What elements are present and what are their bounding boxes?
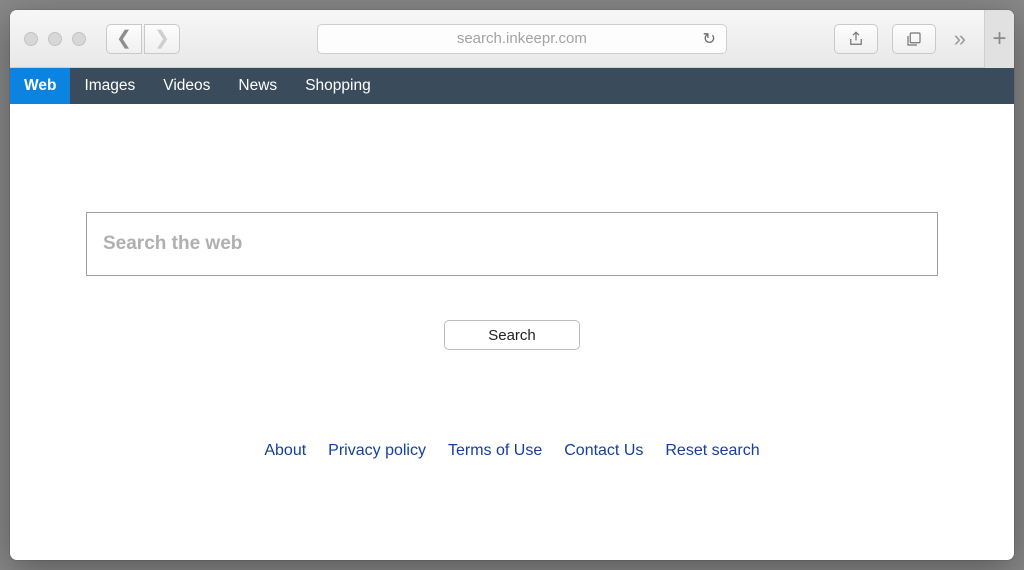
nav-tab-images[interactable]: Images — [70, 68, 149, 104]
footer-link-contact[interactable]: Contact Us — [564, 442, 643, 460]
share-icon — [847, 30, 865, 48]
back-button[interactable]: ❮ — [106, 24, 142, 54]
footer-link-privacy[interactable]: Privacy policy — [328, 442, 426, 460]
url-text: search.inkeepr.com — [457, 30, 587, 47]
browser-window: ❮ ❯ search.inkeepr.com ↻ » + — [10, 10, 1014, 560]
nav-tab-news[interactable]: News — [224, 68, 291, 104]
footer-link-reset[interactable]: Reset search — [665, 442, 759, 460]
reload-icon[interactable]: ↻ — [702, 29, 715, 49]
browser-toolbar: ❮ ❯ search.inkeepr.com ↻ » + — [10, 10, 1014, 68]
close-window-icon[interactable] — [24, 32, 38, 46]
share-button[interactable] — [834, 24, 878, 54]
address-bar[interactable]: search.inkeepr.com ↻ — [317, 24, 727, 54]
footer-link-about[interactable]: About — [264, 442, 306, 460]
tabs-icon — [905, 30, 923, 48]
zoom-window-icon[interactable] — [72, 32, 86, 46]
footer-links: About Privacy policy Terms of Use Contac… — [264, 442, 759, 460]
chevron-left-icon: ❮ — [116, 27, 132, 50]
plus-icon: + — [992, 25, 1006, 53]
site-nav: Web Images Videos News Shopping — [10, 68, 1014, 104]
footer-link-terms[interactable]: Terms of Use — [448, 442, 542, 460]
toolbar-actions: » + — [834, 10, 1000, 68]
forward-button[interactable]: ❯ — [144, 24, 180, 54]
new-tab-button[interactable]: + — [984, 10, 1014, 68]
more-icon[interactable]: » — [950, 26, 970, 52]
nav-tab-videos[interactable]: Videos — [149, 68, 224, 104]
nav-tab-web[interactable]: Web — [10, 68, 70, 104]
main-content: Search About Privacy policy Terms of Use… — [10, 104, 1014, 560]
chevron-right-icon: ❯ — [154, 27, 170, 50]
minimize-window-icon[interactable] — [48, 32, 62, 46]
search-input[interactable] — [86, 212, 938, 276]
nav-tab-shopping[interactable]: Shopping — [291, 68, 385, 104]
show-tabs-button[interactable] — [892, 24, 936, 54]
address-bar-container: search.inkeepr.com ↻ — [238, 24, 806, 54]
navigation-buttons: ❮ ❯ — [106, 24, 180, 54]
window-controls — [24, 32, 86, 46]
search-button[interactable]: Search — [444, 320, 580, 350]
